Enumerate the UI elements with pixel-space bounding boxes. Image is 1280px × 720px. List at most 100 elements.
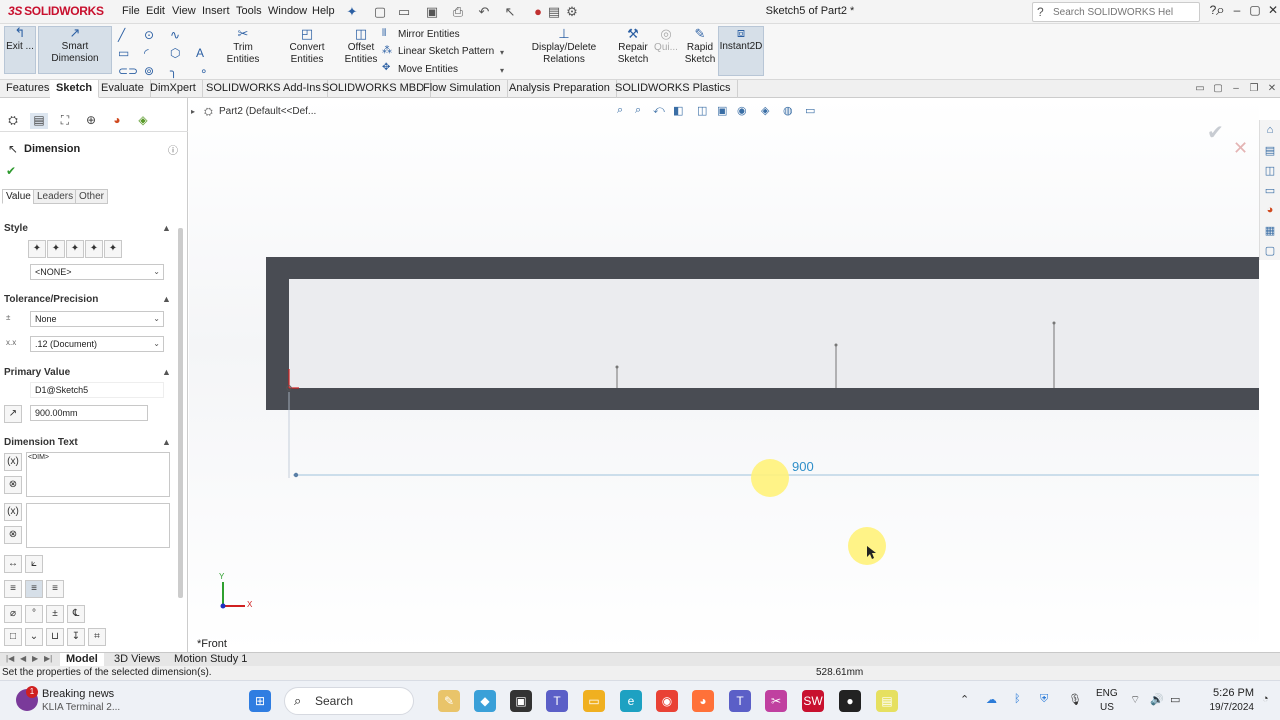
repair-sketch-button[interactable]: ⚒ Repair Sketch xyxy=(616,27,650,66)
copilot-icon[interactable]: ◆ xyxy=(474,690,496,712)
display-delete-relations-button[interactable]: ⊥ Display/Delete Relations xyxy=(512,27,616,66)
offset-entities-button[interactable]: ◫ Offset Entities xyxy=(344,27,378,66)
counterbore-icon[interactable]: ⊔ xyxy=(46,628,64,646)
task-view-icon[interactable]: ▣ xyxy=(510,690,532,712)
sketch-point-2[interactable] xyxy=(834,343,838,347)
home-icon[interactable]: ⌂ xyxy=(1263,124,1277,138)
tab-analysis-preparation[interactable]: Analysis Preparation xyxy=(503,80,617,98)
tab-flow-simulation[interactable]: Flow Simulation xyxy=(417,80,508,98)
snipping-tool-icon[interactable]: ✂ xyxy=(765,690,787,712)
panel-max-icon[interactable]: – xyxy=(1228,81,1244,97)
new-document-icon[interactable]: ▢ xyxy=(372,4,388,20)
firefox-icon[interactable]: ◕ xyxy=(692,690,714,712)
justify-horizontal-icon[interactable]: ↔ xyxy=(4,555,22,573)
menu-tools[interactable]: Tools xyxy=(236,5,262,17)
dimension-arrow-left[interactable] xyxy=(293,472,299,478)
resources-icon[interactable]: ▤ xyxy=(1263,144,1277,158)
appearances-icon[interactable]: ◕ xyxy=(1263,204,1277,218)
align-center-icon[interactable]: ≡ xyxy=(25,580,43,598)
rapid-sketch-button[interactable]: ✎ Rapid Sketch xyxy=(684,27,716,66)
tolerance-collapse-icon[interactable]: ▲ xyxy=(162,294,171,304)
sketch-point-3[interactable] xyxy=(1052,321,1056,325)
inspection-below-icon[interactable]: ⊗ xyxy=(4,526,22,544)
forum-icon[interactable]: ▢ xyxy=(1263,244,1277,258)
fillet-icon[interactable]: ╮ xyxy=(170,64,177,78)
select-icon[interactable]: ↖ xyxy=(502,4,518,20)
move-entities-button[interactable]: Move Entities xyxy=(398,64,458,75)
panel-restore-icon[interactable]: ❐ xyxy=(1246,81,1262,97)
panel-min-icon[interactable]: ▢ xyxy=(1210,81,1226,97)
close-icon[interactable]: ✕ xyxy=(1264,3,1280,17)
ok-check-icon[interactable]: ✔ xyxy=(6,164,16,178)
options-gear-icon[interactable]: ⚙ xyxy=(564,4,580,20)
dimension-text-below[interactable] xyxy=(26,503,170,548)
panel-scrollbar[interactable] xyxy=(178,228,183,598)
help-menu-icon[interactable]: ? xyxy=(1204,3,1222,17)
tab-other[interactable]: Other xyxy=(75,189,109,204)
language-indicator-1[interactable]: ENG xyxy=(1096,688,1118,699)
tab-leaders[interactable]: Leaders xyxy=(33,189,78,204)
convert-entities-button[interactable]: ◰ Convert Entities xyxy=(272,27,342,66)
wifi-icon[interactable]: ⌔ xyxy=(1130,693,1140,707)
graphics-area[interactable]: ▸ ⛭ Part2 (Default<<Def... ⌕ ⌕ ⤺ ◧ ◫ ▣ ◉… xyxy=(189,98,1259,652)
notification-icon[interactable]: ◔ xyxy=(1262,693,1269,705)
feature-manager-icon[interactable]: ⛭ xyxy=(4,113,22,129)
more-dropdown-icon[interactable]: ⌄ xyxy=(25,628,43,646)
bluetooth-icon[interactable]: ᛒ xyxy=(1014,693,1021,705)
tab-dimxpert[interactable]: DimXpert xyxy=(144,80,203,98)
style-apply-icon[interactable]: ✦ xyxy=(28,240,46,258)
mirror-entities-button[interactable]: Mirror Entities xyxy=(398,29,460,40)
align-right-icon[interactable]: ≡ xyxy=(46,580,64,598)
tab-value[interactable]: Value xyxy=(2,189,35,204)
menu-window[interactable]: Window xyxy=(268,5,307,17)
move-dropdown-icon[interactable]: ▾ xyxy=(500,66,504,75)
add-parentheses-below-icon[interactable]: (x) xyxy=(4,503,22,521)
arc-icon[interactable]: ◜ xyxy=(144,46,149,60)
sketch-point-1[interactable] xyxy=(615,365,619,369)
spline-icon[interactable]: ∿ xyxy=(170,28,180,42)
ellipse-icon[interactable]: ⊚ xyxy=(144,64,154,78)
slot-icon[interactable]: ⊂⊃ xyxy=(118,64,138,78)
line-icon[interactable]: ╱ xyxy=(118,28,125,42)
help-search-box[interactable]: ? ⌕ xyxy=(1032,2,1225,22)
point-icon[interactable]: ∘ xyxy=(200,64,208,78)
style-add-icon[interactable]: ✦ xyxy=(47,240,65,258)
sketch-canvas[interactable] xyxy=(189,98,1259,652)
security-icon[interactable]: ⛨ xyxy=(1040,693,1048,706)
file-explorer-icon[interactable]: ▭ xyxy=(583,690,605,712)
dimension-arrow-icon[interactable]: ↗ xyxy=(4,405,22,423)
last-tab-arrow-icon[interactable]: ▶| xyxy=(44,654,52,663)
solidworks-logo[interactable]: 3S SOLIDWORKS xyxy=(8,4,104,18)
depth-icon[interactable]: ↧ xyxy=(67,628,85,646)
style-collapse-icon[interactable]: ▲ xyxy=(162,223,171,233)
pin-icon[interactable]: ✦ xyxy=(344,4,360,20)
language-indicator-2[interactable]: US xyxy=(1100,702,1114,713)
tab-model[interactable]: Model xyxy=(60,653,104,667)
style-select[interactable]: <NONE> ⌄ xyxy=(30,264,164,280)
linear-pattern-dropdown-icon[interactable]: ▾ xyxy=(500,48,504,57)
widget-app-icon[interactable]: ✎ xyxy=(438,690,460,712)
dimension-value-field[interactable]: 900.00mm xyxy=(30,405,148,421)
volume-icon[interactable]: 🔊 xyxy=(1150,693,1164,706)
dimension-name-field[interactable]: D1@Sketch5 xyxy=(30,382,164,398)
tab-sketch[interactable]: Sketch xyxy=(50,80,100,98)
dimension-text-above[interactable]: <DIM> xyxy=(26,452,170,497)
first-tab-arrow-icon[interactable]: |◀ xyxy=(6,654,14,663)
tolerance-type-select[interactable]: None ⌄ xyxy=(30,311,164,327)
obs-icon[interactable]: ● xyxy=(839,690,861,712)
teams-work-icon[interactable]: T xyxy=(729,690,751,712)
degree-icon[interactable]: ° xyxy=(25,605,43,623)
more-symbols-icon[interactable]: ⌗ xyxy=(88,628,106,646)
design-library-icon[interactable]: ◫ xyxy=(1263,164,1277,178)
rectangle-icon[interactable]: ▭ xyxy=(118,46,129,60)
solidworks-taskbar-icon[interactable]: SW xyxy=(802,690,824,712)
plus-minus-icon[interactable]: ± xyxy=(46,605,64,623)
onedrive-icon[interactable]: ☁ xyxy=(986,693,997,706)
help-search-input[interactable] xyxy=(1053,5,1173,19)
property-manager-icon[interactable]: ▤ xyxy=(30,113,48,129)
chrome-icon[interactable]: ◉ xyxy=(656,690,678,712)
microphone-icon[interactable]: 🎙 xyxy=(1068,693,1082,706)
rebuild-icon[interactable]: ● xyxy=(530,4,546,20)
trim-entities-button[interactable]: ✂ Trim Entities xyxy=(216,27,270,66)
clock-date[interactable]: 19/7/2024 xyxy=(1198,702,1255,713)
